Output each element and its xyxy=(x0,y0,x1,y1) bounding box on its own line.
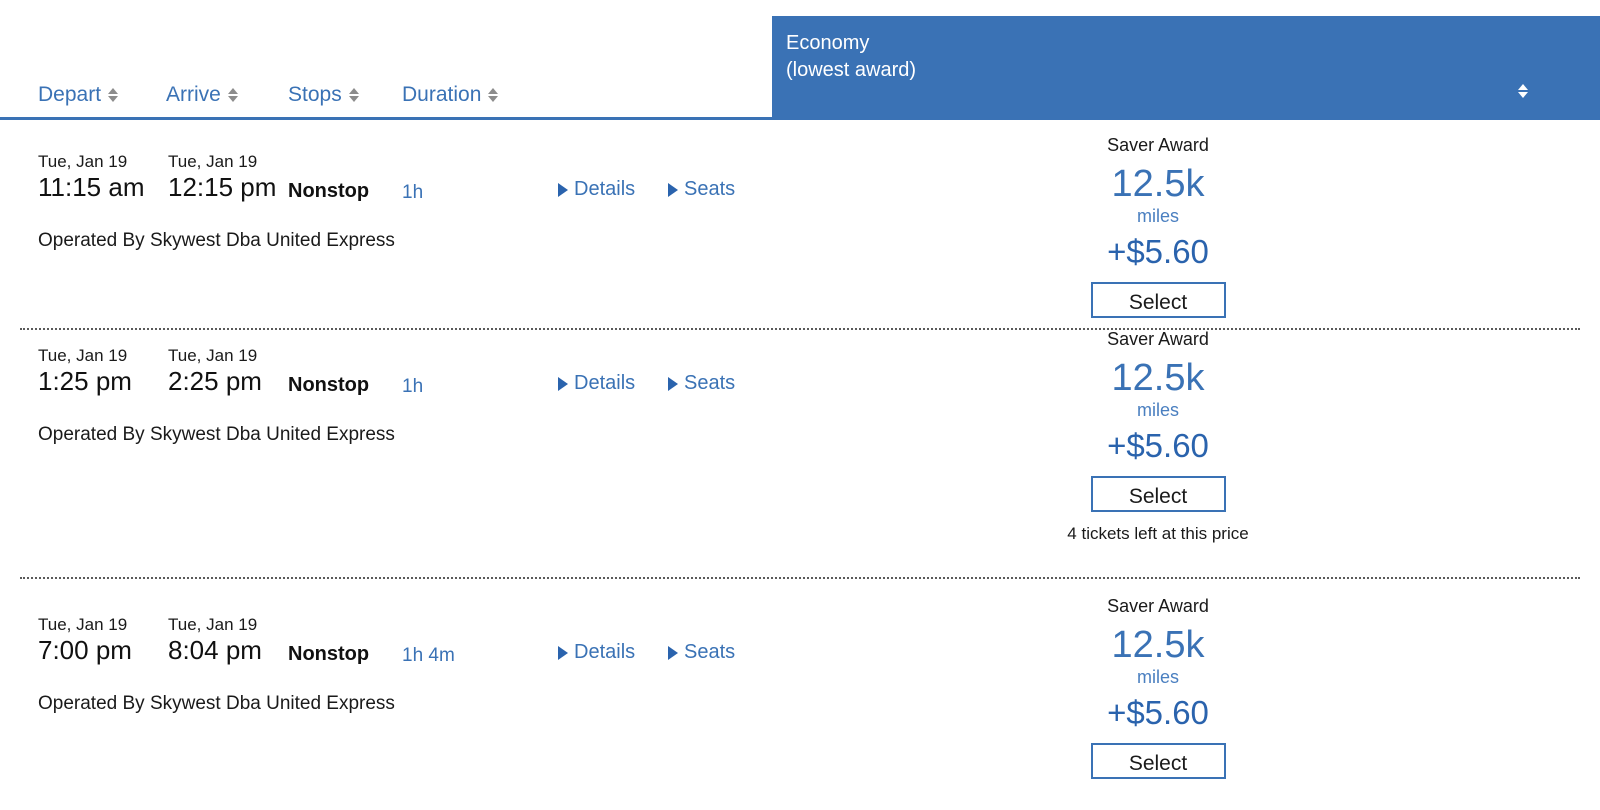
fare-column-header-economy[interactable]: Economy (lowest award) xyxy=(772,16,1600,120)
operated-by: Operated By Skywest Dba United Express xyxy=(38,424,395,445)
triangle-right-icon xyxy=(558,645,568,660)
duration-value: 1h 4m xyxy=(402,645,455,666)
column-header-arrive[interactable]: Arrive xyxy=(166,83,238,107)
fare-cell-economy: Saver Award 12.5k miles +$5.60 Select xyxy=(1008,595,1308,779)
fare-header-sort-updown-icon[interactable] xyxy=(1518,84,1528,98)
award-cash: +$5.60 xyxy=(1107,233,1209,270)
flight-row: Tue, Jan 19 11:15 am Tue, Jan 19 12:15 p… xyxy=(0,120,1600,328)
select-button[interactable]: Select xyxy=(1090,282,1226,318)
award-label: Saver Award xyxy=(1107,135,1209,155)
fare-header-title: Economy xyxy=(786,32,870,54)
arrive-date: Tue, Jan 19 xyxy=(168,346,258,365)
column-header-duration[interactable]: Duration xyxy=(402,83,499,107)
triangle-right-icon xyxy=(558,376,568,391)
select-button[interactable]: Select xyxy=(1090,743,1226,779)
award-miles: 12.5k xyxy=(1111,163,1205,205)
award-miles-unit: miles xyxy=(1136,206,1179,226)
arrive-time: 8:04 pm xyxy=(168,635,262,665)
column-header-depart[interactable]: Depart xyxy=(38,83,119,107)
sort-updown-icon[interactable] xyxy=(227,88,238,102)
seats-link-label: Seats xyxy=(684,641,736,663)
award-cash: +$5.60 xyxy=(1107,427,1209,464)
depart-time: 7:00 pm xyxy=(38,635,132,665)
column-header-duration-label: Duration xyxy=(402,83,482,106)
depart-date: Tue, Jan 19 xyxy=(38,152,128,171)
triangle-right-icon xyxy=(668,645,678,660)
seats-link[interactable]: Seats xyxy=(668,178,735,201)
details-link[interactable]: Details xyxy=(558,178,635,201)
column-header-arrive-label: Arrive xyxy=(166,83,221,106)
flight-itinerary: Tue, Jan 19 7:00 pm Tue, Jan 19 8:04 pm … xyxy=(0,577,1600,807)
arrive-time: 12:15 pm xyxy=(168,172,277,202)
arrive-time: 2:25 pm xyxy=(168,366,262,396)
sort-updown-icon[interactable] xyxy=(348,88,359,102)
triangle-right-icon xyxy=(668,182,678,197)
fare-cell-economy: Saver Award 12.5k miles +$5.60 Select 4 … xyxy=(1008,328,1308,544)
operated-by: Operated By Skywest Dba United Express xyxy=(38,230,395,251)
award-label: Saver Award xyxy=(1107,329,1209,349)
sort-updown-icon[interactable] xyxy=(488,88,499,102)
fare-cell-economy: Saver Award 12.5k miles +$5.60 Select xyxy=(1008,134,1308,318)
seats-link-label: Seats xyxy=(684,178,736,200)
flight-results-list: Tue, Jan 19 11:15 am Tue, Jan 19 12:15 p… xyxy=(0,120,1600,807)
depart-date: Tue, Jan 19 xyxy=(38,615,128,634)
column-header-stops-label: Stops xyxy=(288,83,342,106)
tickets-left-notice: 4 tickets left at this price xyxy=(1067,524,1249,543)
award-miles-unit: miles xyxy=(1136,667,1179,687)
award-label: Saver Award xyxy=(1107,596,1209,616)
flight-itinerary: Tue, Jan 19 1:25 pm Tue, Jan 19 2:25 pm … xyxy=(0,328,1600,577)
results-header: Depart Arrive Stops Duration Economy (lo xyxy=(0,0,1600,120)
arrive-date: Tue, Jan 19 xyxy=(168,615,258,634)
seats-link[interactable]: Seats xyxy=(668,372,735,395)
column-header-bar: Depart Arrive Stops Duration xyxy=(0,0,772,120)
seats-link[interactable]: Seats xyxy=(668,641,735,664)
seats-link-label: Seats xyxy=(684,372,736,394)
depart-time: 1:25 pm xyxy=(38,366,132,396)
award-miles: 12.5k xyxy=(1111,624,1205,666)
select-button[interactable]: Select xyxy=(1090,476,1226,512)
flight-itinerary: Tue, Jan 19 11:15 am Tue, Jan 19 12:15 p… xyxy=(0,120,1600,328)
operated-by: Operated By Skywest Dba United Express xyxy=(38,693,395,714)
award-miles: 12.5k xyxy=(1111,357,1205,399)
stops-value: Nonstop xyxy=(288,374,370,396)
details-link-label: Details xyxy=(574,178,636,200)
details-link[interactable]: Details xyxy=(558,641,635,664)
duration-value: 1h xyxy=(402,376,424,397)
award-miles-unit: miles xyxy=(1136,400,1179,420)
details-link[interactable]: Details xyxy=(558,372,635,395)
flight-row: Tue, Jan 19 1:25 pm Tue, Jan 19 2:25 pm … xyxy=(0,328,1600,577)
depart-date: Tue, Jan 19 xyxy=(38,346,128,365)
column-header-depart-label: Depart xyxy=(38,83,102,106)
details-link-label: Details xyxy=(574,372,636,394)
column-header-stops[interactable]: Stops xyxy=(288,83,359,107)
stops-value: Nonstop xyxy=(288,643,370,665)
flight-row: Tue, Jan 19 7:00 pm Tue, Jan 19 8:04 pm … xyxy=(0,577,1600,807)
sort-updown-icon[interactable] xyxy=(108,88,119,102)
arrive-date: Tue, Jan 19 xyxy=(168,152,258,171)
fare-header-subtitle: (lowest award) xyxy=(786,59,917,81)
duration-value: 1h xyxy=(402,182,424,203)
stops-value: Nonstop xyxy=(288,180,370,202)
triangle-right-icon xyxy=(668,376,678,391)
depart-time: 11:15 am xyxy=(38,172,145,202)
details-link-label: Details xyxy=(574,641,636,663)
triangle-right-icon xyxy=(558,182,568,197)
award-cash: +$5.60 xyxy=(1107,694,1209,731)
